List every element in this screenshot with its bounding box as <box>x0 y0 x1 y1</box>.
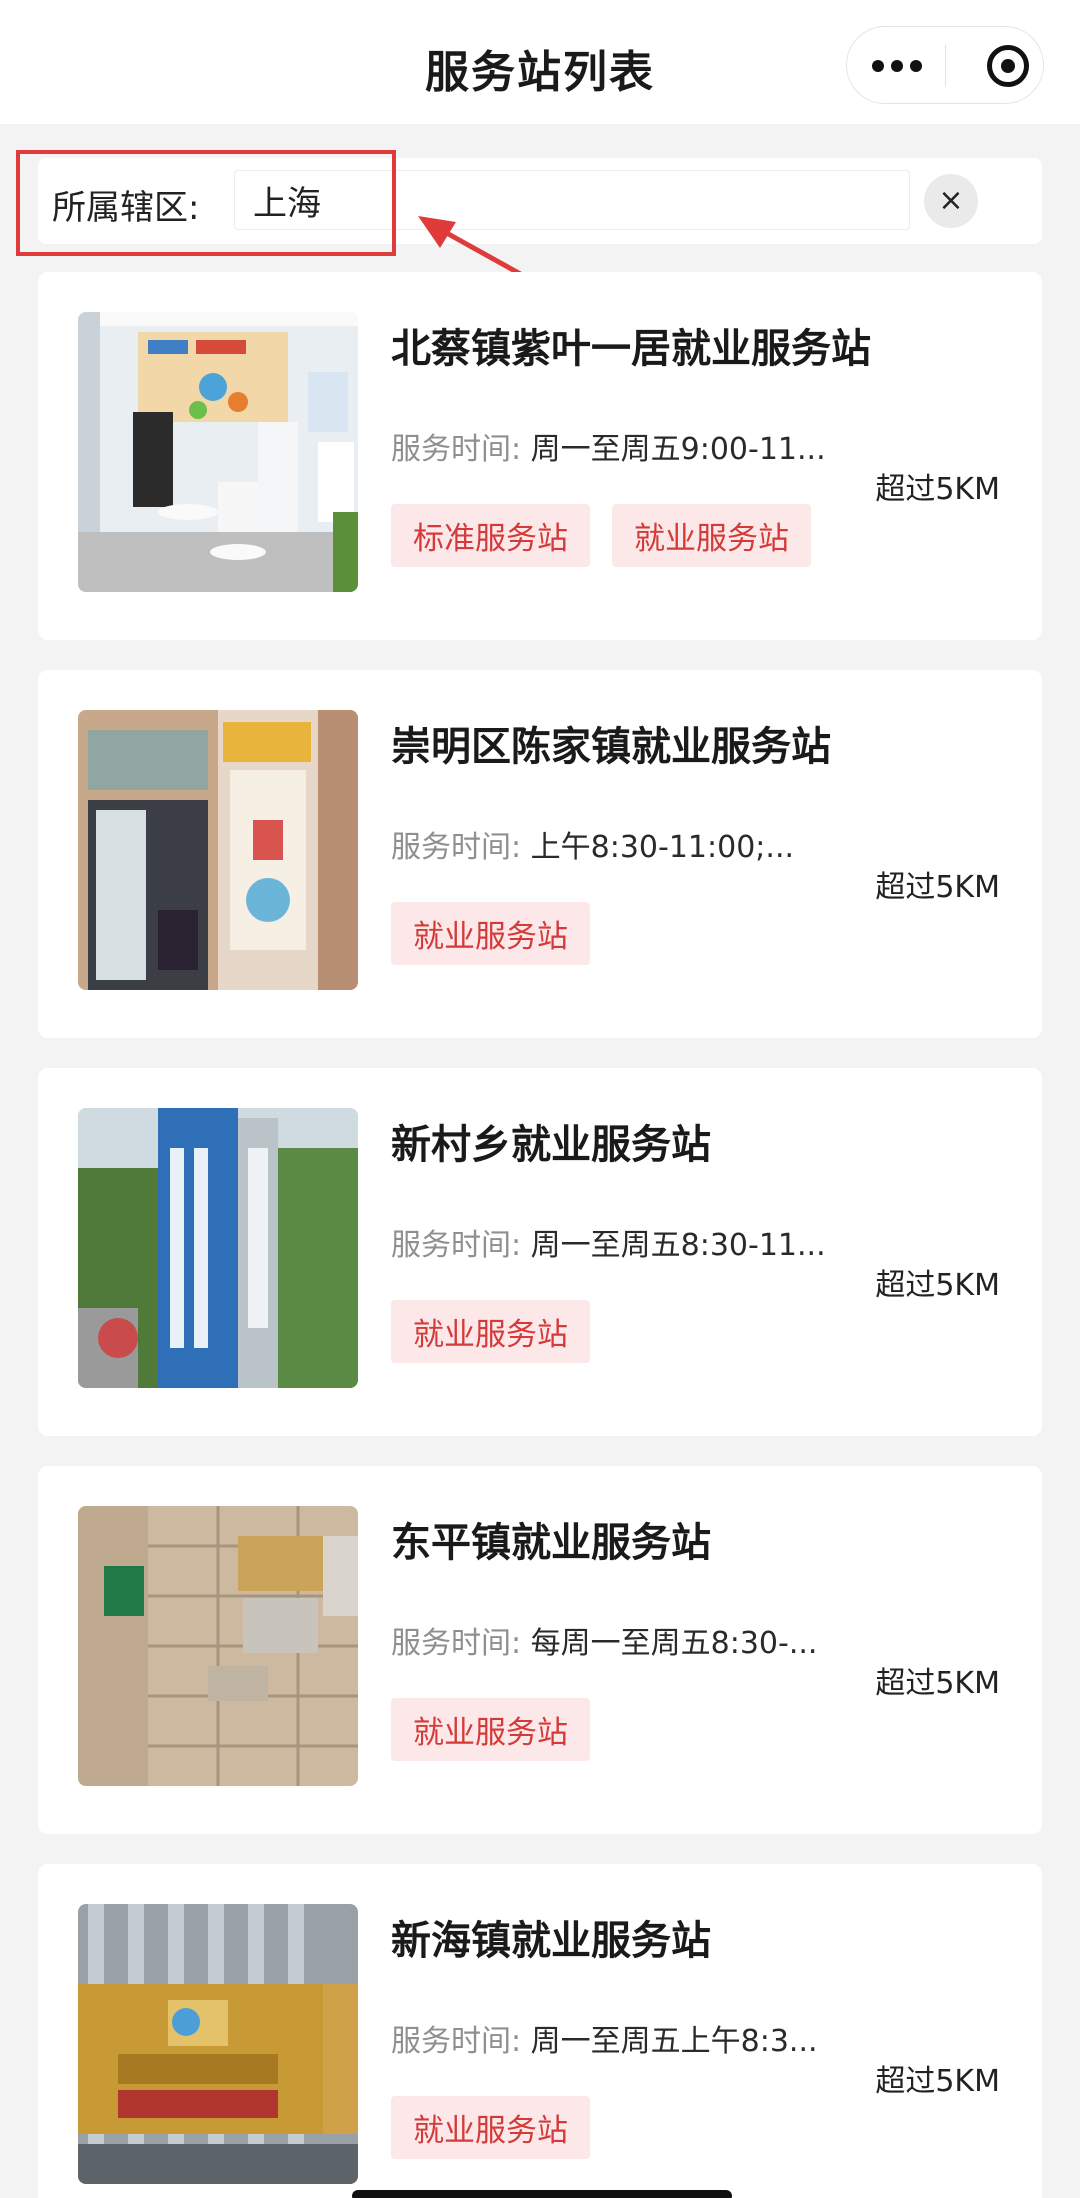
tag-badge: 就业服务站 <box>391 902 590 965</box>
tag-badge: 标准服务站 <box>391 504 590 567</box>
station-photo <box>78 1506 358 1786</box>
station-card[interactable]: 东平镇就业服务站 服务时间: 每周一至周五8:30-... 就业服务站 超过5K… <box>38 1466 1042 1834</box>
distance-label: 超过5KM <box>875 1268 1000 1303</box>
distance-label: 超过5KM <box>875 870 1000 905</box>
district-input[interactable] <box>234 170 910 230</box>
station-title: 东平镇就业服务站 <box>391 1520 711 1566</box>
station-tags: 就业服务站 <box>391 902 590 965</box>
station-card[interactable]: 新海镇就业服务站 服务时间: 周一至周五上午8:3... 就业服务站 超过5KM <box>38 1864 1042 2198</box>
station-card[interactable]: 新村乡就业服务站 服务时间: 周一至周五8:30-11... 就业服务站 超过5… <box>38 1068 1042 1436</box>
station-title: 新海镇就业服务站 <box>391 1918 711 1964</box>
distance-label: 超过5KM <box>875 472 1000 507</box>
service-hours-value: 周一至周五上午8:3... <box>530 2024 818 2059</box>
station-tags: 标准服务站 就业服务站 <box>391 504 811 567</box>
tag-badge: 就业服务站 <box>391 2096 590 2159</box>
tag-badge: 就业服务站 <box>391 1698 590 1761</box>
service-hours-value: 每周一至周五8:30-... <box>530 1626 818 1661</box>
service-hours-value: 周一至周五9:00-11... <box>530 432 826 467</box>
target-icon[interactable] <box>987 45 1029 87</box>
station-photo <box>78 1904 358 2184</box>
tag-badge: 就业服务站 <box>391 1300 590 1363</box>
station-card[interactable]: 崇明区陈家镇就业服务站 服务时间: 上午8:30-11:00;... 就业服务站… <box>38 670 1042 1038</box>
distance-label: 超过5KM <box>875 2064 1000 2099</box>
tag-badge: 就业服务站 <box>612 504 811 567</box>
service-hours-label: 服务时间: <box>391 830 522 865</box>
service-hours-label: 服务时间: <box>391 1626 522 1661</box>
station-card[interactable]: 北蔡镇紫叶一居就业服务站 服务时间: 周一至周五9:00-11... 标准服务站… <box>38 272 1042 640</box>
distance-label: 超过5KM <box>875 1666 1000 1701</box>
service-hours-label: 服务时间: <box>391 2024 522 2059</box>
station-tags: 就业服务站 <box>391 1300 590 1363</box>
district-filter-label: 所属辖区: <box>52 188 200 228</box>
station-title: 崇明区陈家镇就业服务站 <box>391 724 831 770</box>
service-hours-label: 服务时间: <box>391 1228 522 1263</box>
station-photo <box>78 312 358 592</box>
station-title: 新村乡就业服务站 <box>391 1122 711 1168</box>
station-photo <box>78 710 358 990</box>
station-tags: 就业服务站 <box>391 2096 590 2159</box>
service-hours: 服务时间: 上午8:30-11:00;... <box>391 822 891 866</box>
service-hours-value: 周一至周五8:30-11... <box>530 1228 826 1263</box>
nav-bar: 服务站列表 <box>0 0 1080 124</box>
service-hours: 服务时间: 周一至周五8:30-11... <box>391 1220 891 1264</box>
station-title: 北蔡镇紫叶一居就业服务站 <box>391 326 871 372</box>
home-indicator <box>352 2190 732 2198</box>
station-photo <box>78 1108 358 1388</box>
service-hours-label: 服务时间: <box>391 432 522 467</box>
capsule-menu <box>846 26 1044 104</box>
service-hours: 服务时间: 每周一至周五8:30-... <box>391 1618 891 1662</box>
service-hours: 服务时间: 周一至周五上午8:3... <box>391 2016 891 2060</box>
service-hours-value: 上午8:30-11:00;... <box>530 830 795 865</box>
capsule-divider <box>945 45 946 87</box>
service-hours: 服务时间: 周一至周五9:00-11... <box>391 424 891 468</box>
clear-button[interactable]: × <box>924 174 978 228</box>
station-tags: 就业服务站 <box>391 1698 590 1761</box>
station-list: 北蔡镇紫叶一居就业服务站 服务时间: 周一至周五9:00-11... 标准服务站… <box>38 272 1042 2198</box>
more-dots-icon[interactable] <box>872 54 922 78</box>
